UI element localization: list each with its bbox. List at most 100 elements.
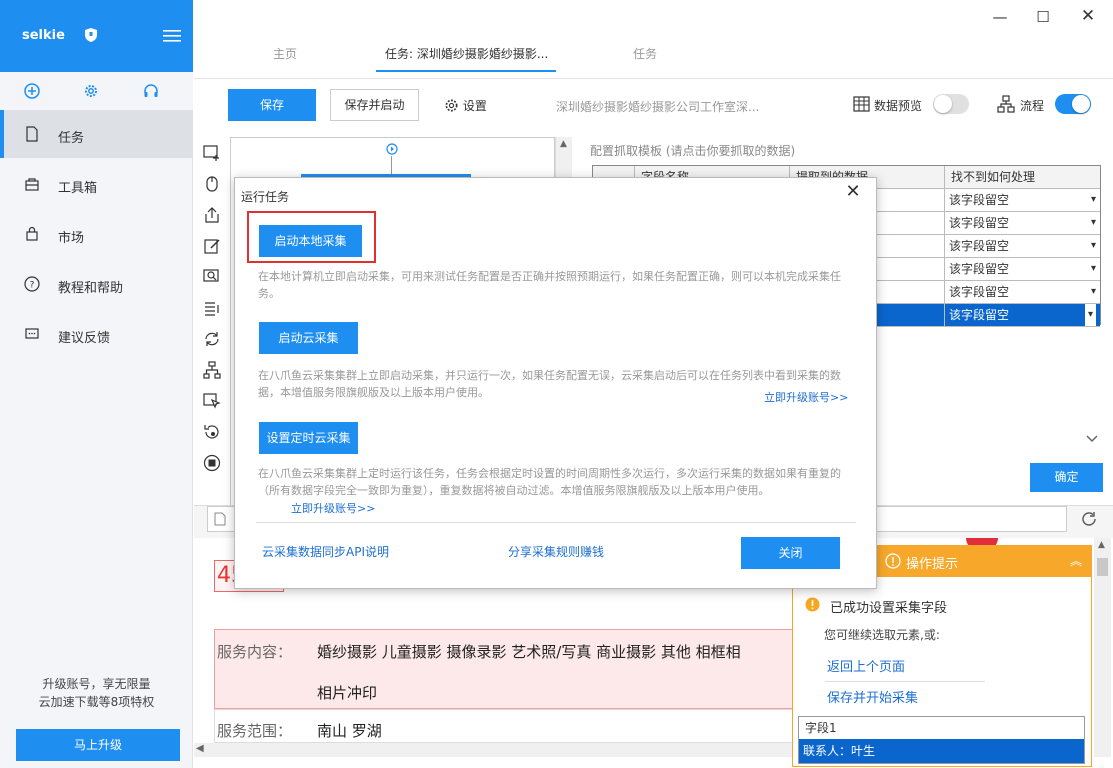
add-step-icon[interactable] <box>203 144 221 162</box>
close-icon[interactable]: ✕ <box>845 183 861 201</box>
handling-value: 该字段留空 <box>949 262 1010 276</box>
tip-title: 操作提示 <box>906 557 959 572</box>
handling-value: 该字段留空 <box>949 308 1010 322</box>
dropdown-arrow-icon[interactable]: ▾ <box>1091 258 1096 280</box>
maximize-icon[interactable]: ☐ <box>1033 8 1053 26</box>
flow-label: 流程 <box>1020 99 1045 113</box>
menu-icon[interactable] <box>163 30 181 42</box>
save-button[interactable]: 保存 <box>228 89 316 121</box>
save-and-start-link[interactable]: 保存并开始采集 <box>827 687 918 706</box>
upgrade-account-link[interactable]: 立即升级账号>> <box>291 500 375 516</box>
handling-select[interactable]: 该字段留空 ▾ <box>945 189 1100 212</box>
mouse-icon[interactable] <box>203 175 221 193</box>
refresh-icon[interactable] <box>1080 510 1098 528</box>
sidebar-item-toolbox[interactable]: 工具箱 <box>0 160 193 208</box>
search-element-icon[interactable] <box>203 268 221 286</box>
active-tab-indicator <box>376 70 556 72</box>
minimize-icon[interactable]: — <box>990 8 1010 26</box>
scroll-up-icon[interactable]: ▲ <box>1098 540 1105 550</box>
dropdown-arrow-icon[interactable]: ▾ <box>1091 189 1096 211</box>
upgrade-account-link[interactable]: 立即升级账号>> <box>764 389 848 405</box>
scroll-left-icon[interactable]: ◀ <box>196 743 204 754</box>
settings-label: 设置 <box>462 99 487 113</box>
service-line: 婚纱摄影 儿童摄影 摄像录影 艺术照/写真 商业摄影 其他 相框相 <box>317 643 741 661</box>
close-dialog-button[interactable]: 关闭 <box>741 537 840 569</box>
sidebar-item-help[interactable]: ? 教程和帮助 <box>0 260 193 308</box>
list-item[interactable]: 字段1 <box>805 718 837 738</box>
task-title: 深圳婚纱摄影婚纱摄影公司工作室深... <box>556 100 760 114</box>
timed-cloud-button[interactable]: 设置定时云采集 <box>259 422 358 454</box>
start-cloud-button[interactable]: 启动云采集 <box>259 322 358 354</box>
play-icon[interactable] <box>386 143 398 155</box>
back-to-previous-link[interactable]: 返回上个页面 <box>827 656 905 675</box>
sidebar-item-label: 建议反馈 <box>58 331 111 346</box>
confirm-button[interactable]: 确定 <box>1030 463 1103 492</box>
column-header: 找不到如何处理 <box>945 166 1100 189</box>
bag-icon <box>26 226 38 241</box>
service-range-row: 服务范围： 南山 罗湖 <box>214 709 814 743</box>
upgrade-button[interactable]: 马上升级 <box>16 729 180 761</box>
stop-icon[interactable] <box>203 454 221 472</box>
sidebar-item-feedback[interactable]: 建议反馈 <box>0 310 193 358</box>
start-local-button[interactable]: 启动本地采集 <box>259 225 362 257</box>
cursor-icon[interactable] <box>203 392 221 410</box>
edit-icon[interactable] <box>203 237 221 255</box>
sidebar-item-label: 任务 <box>58 131 85 146</box>
timed-description: 在八爪鱼云采集集群上定时运行该任务，任务会根据定时设置的时间周期性多次运行，多次… <box>258 467 841 497</box>
gear-icon[interactable] <box>83 83 99 99</box>
handling-select[interactable]: 该字段留空 ▾ <box>945 304 1100 327</box>
tab-home[interactable]: 主页 <box>273 45 297 62</box>
sidebar-item-market[interactable]: 市场 <box>0 210 193 258</box>
list-item[interactable]: 联系人：叶生 <box>799 739 1084 763</box>
dropdown-arrow-icon[interactable]: ▾ <box>1091 281 1096 303</box>
handling-select[interactable]: 该字段留空 ▾ <box>945 258 1100 281</box>
sidebar-item-label: 教程和帮助 <box>58 281 124 296</box>
export-icon[interactable] <box>203 206 221 224</box>
gear-icon <box>445 99 458 112</box>
close-window-icon[interactable]: ✕ <box>1078 6 1098 26</box>
table-icon <box>853 96 870 112</box>
dropdown-arrow-icon[interactable]: ▾ <box>1084 304 1096 326</box>
handling-value: 该字段留空 <box>949 285 1010 299</box>
tab-task[interactable]: 任务 <box>633 45 657 62</box>
chevron-down-icon[interactable] <box>1085 432 1099 446</box>
sidebar-tools <box>0 72 193 110</box>
loop-icon[interactable] <box>203 330 221 348</box>
service-label: 服务内容： <box>217 643 293 661</box>
list-icon[interactable] <box>203 299 221 317</box>
handling-select[interactable]: 该字段留空 ▾ <box>945 212 1100 235</box>
refresh-target-icon[interactable] <box>203 423 221 441</box>
scroll-thumb[interactable] <box>1097 558 1108 576</box>
save-and-start-button[interactable]: 保存并启动 <box>330 89 419 121</box>
handling-value: 该字段留空 <box>949 216 1010 230</box>
tab-current-task[interactable]: 任务: 深圳婚纱摄影婚纱摄影... <box>385 45 548 62</box>
dropdown-arrow-icon[interactable]: ▾ <box>1091 212 1096 234</box>
service-content-row: 服务内容： 婚纱摄影 儿童摄影 摄像录影 艺术照/写真 商业摄影 其他 相框相 … <box>214 629 814 709</box>
tip-divider <box>825 681 985 682</box>
headset-icon[interactable] <box>143 83 159 99</box>
range-label: 服务范围： <box>217 722 293 740</box>
collapse-icon[interactable]: ︽ <box>1070 552 1082 569</box>
svg-text:?: ? <box>30 281 35 291</box>
local-description: 在本地计算机立即启动采集，可用来测试任务配置是否正确并按照预期运行，如果任务配置… <box>258 270 841 300</box>
page-icon <box>214 512 226 526</box>
add-icon[interactable] <box>24 83 40 99</box>
brand-name: selkie <box>22 28 65 43</box>
sidebar-item-tasks[interactable]: 任务 <box>0 110 193 158</box>
branch-icon[interactable] <box>203 361 221 379</box>
scroll-up-icon[interactable]: ▲ <box>560 139 567 149</box>
flow-toggle[interactable] <box>1055 94 1091 114</box>
settings-button[interactable]: 设置 <box>444 97 487 114</box>
dropdown-arrow-icon[interactable]: ▾ <box>1091 235 1096 257</box>
help-icon: ? <box>24 276 40 292</box>
horizontal-scrollbar[interactable]: ◀ <box>194 743 884 757</box>
handling-select[interactable]: 该字段留空 ▾ <box>945 235 1100 258</box>
handling-select[interactable]: 该字段留空 ▾ <box>945 281 1100 304</box>
vertical-scrollbar[interactable]: ▲ <box>1094 538 1111 757</box>
share-rules-link[interactable]: 分享采集规则赚钱 <box>508 543 604 560</box>
api-doc-link[interactable]: 云采集数据同步API说明 <box>262 543 389 560</box>
field-list[interactable]: 字段1 联系人：叶生 <box>798 716 1085 764</box>
toolbox-icon <box>25 178 39 191</box>
data-preview-toggle[interactable] <box>933 94 969 114</box>
shield-icon[interactable] <box>84 27 98 43</box>
